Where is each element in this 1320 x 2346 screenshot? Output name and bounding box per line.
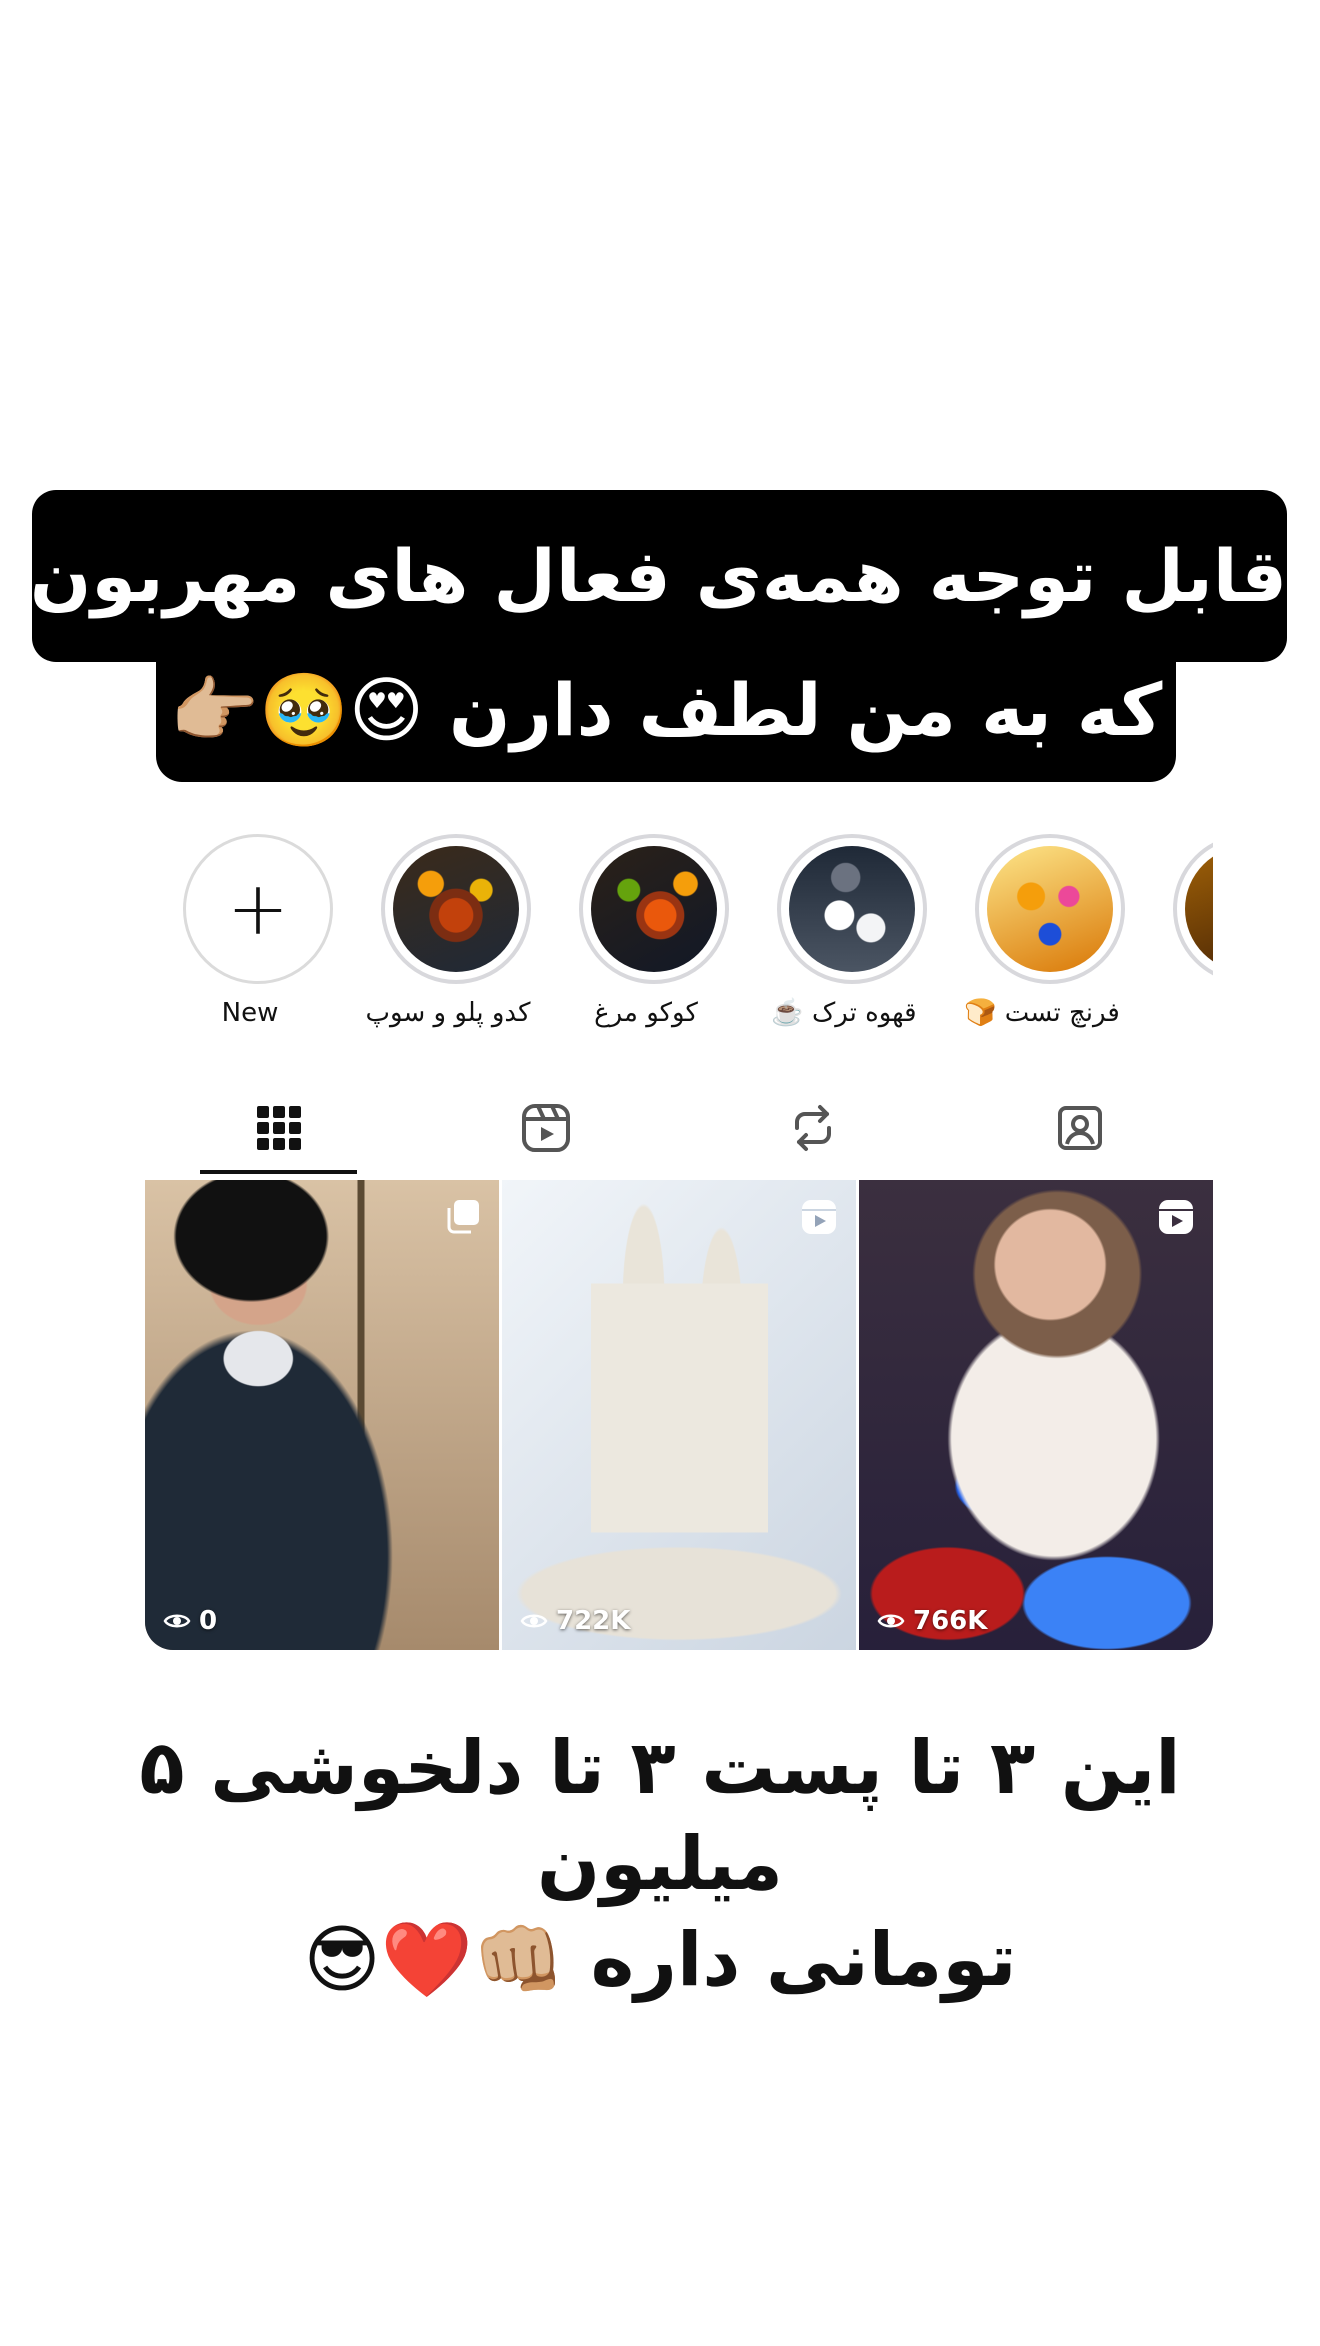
view-count-value: 722K [556,1606,631,1636]
view-count-value: 766K [913,1606,988,1636]
story-thumbnail [1185,846,1213,972]
grid-icon [256,1106,301,1150]
carousel-icon [447,1200,479,1234]
story-label: ب [1125,996,1213,1030]
story-label: کوکو مرغ [594,998,698,1028]
caption-line-2: که به من لطف دارن 😍🥹👉🏼 [156,646,1176,782]
story-new[interactable]: + New [145,828,335,1038]
tagged-icon [1057,1106,1102,1150]
story-highlight[interactable]: کدو پلو و سوپ [343,828,533,1038]
caption-line-1: قابل توجه همه‌ی فعال های مهربون [30,490,1287,662]
reels-icon [1159,1200,1193,1234]
story-thumbnail [393,846,519,972]
story-highlight[interactable]: ب [1135,828,1213,1038]
story-highlights: + New کدو پلو و سوپ کوکو مرغ قهوه ترک ☕️… [145,828,1213,1038]
story-label: New [221,998,279,1028]
view-count: 722K [520,1606,630,1636]
post-grid: 0 722K 766K [145,1180,1213,1650]
story-label: کدو پلو و سوپ [365,998,531,1028]
eye-icon [163,1614,191,1628]
story-highlight[interactable]: قهوه ترک ☕️ [739,828,929,1038]
story-label: قهوه ترک ☕️ [771,998,917,1028]
view-count-value: 0 [199,1606,218,1636]
view-count: 0 [163,1606,217,1636]
reels-icon [521,1104,570,1152]
reels-icon [802,1200,836,1234]
bottom-caption-line-1: این ۳ تا پست ۳ تا دلخوشی ۵ میلیون [139,1725,1181,1907]
tab-reels[interactable] [412,1078,679,1178]
post-tile[interactable]: 0 [145,1180,499,1650]
active-tab-indicator [200,1170,357,1174]
eye-icon [520,1614,548,1628]
story-highlight[interactable]: فرنچ تست 🍞 [937,828,1127,1038]
tab-reposts[interactable] [679,1078,946,1178]
tab-posts[interactable] [145,1078,412,1178]
story-thumbnail [987,846,1113,972]
eye-icon [877,1614,905,1628]
view-count: 766K [877,1606,987,1636]
bottom-caption: این ۳ تا پست ۳ تا دلخوشی ۵ میلیون تومانی… [60,1720,1260,2008]
plus-icon: + [226,866,289,952]
tab-tagged[interactable] [946,1078,1213,1178]
bottom-caption-line-2: تومانی داره 👊🏼❤️😎 [303,1917,1017,2003]
post-tile[interactable]: 766K [859,1180,1213,1650]
story-label: فرنچ تست 🍞 [964,998,1120,1028]
post-tile[interactable]: 722K [502,1180,856,1650]
story-thumbnail [591,846,717,972]
profile-tabs [145,1078,1213,1178]
story-thumbnail [789,846,915,972]
story-highlight[interactable]: کوکو مرغ [541,828,731,1038]
reposts-icon [794,1105,831,1151]
